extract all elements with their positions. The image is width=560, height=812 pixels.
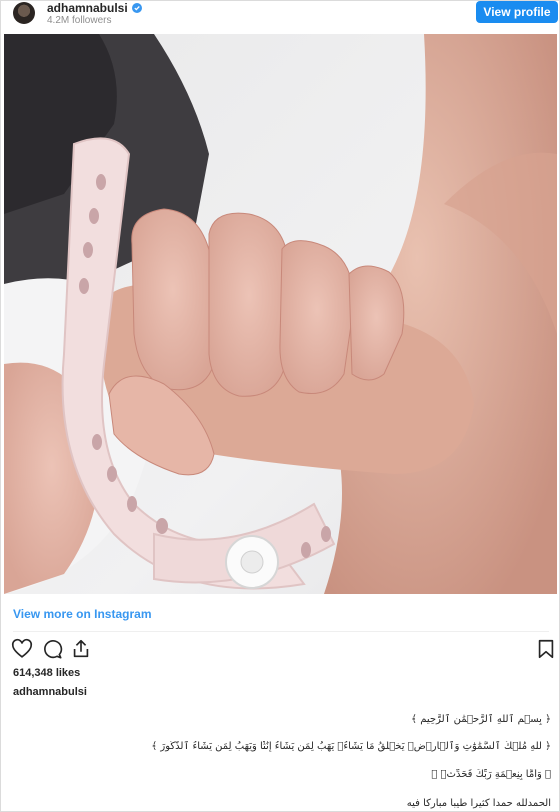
username[interactable]: adhamnabulsi: [47, 1, 128, 15]
caption-line: الحمدلله حمداً كثيراً طيباً مباركاً فيه: [406, 798, 551, 809]
view-profile-button[interactable]: View profile: [476, 1, 558, 23]
instagram-embed-card: adhamnabulsi 4.2M followers View profile: [0, 0, 560, 812]
caption-line: ﴿ بِسۡمِ ٱللَّهِ ٱلرَّحۡمَٰنِ ٱلرَّحِيمِ…: [411, 714, 551, 725]
post-header: adhamnabulsi 4.2M followers View profile: [1, 1, 559, 35]
caption-username[interactable]: adhamnabulsi: [13, 686, 87, 698]
action-bar: [11, 638, 554, 662]
verified-badge-icon: [131, 3, 142, 13]
divider: [13, 631, 549, 632]
view-more-link[interactable]: View more on Instagram: [13, 607, 152, 621]
heart-icon[interactable]: [11, 638, 33, 660]
comment-icon[interactable]: [41, 638, 63, 660]
followers-count: 4.2M followers: [47, 15, 112, 26]
bookmark-icon[interactable]: [535, 638, 557, 660]
baby-hand-photo: [4, 34, 557, 594]
caption-line: ﴿ لِّلَّهِ مُلۡكُ ٱلسَّمَٰوَٰتِ وَٱلۡأَر…: [151, 741, 551, 752]
username-row[interactable]: adhamnabulsi: [47, 1, 142, 15]
likes-count[interactable]: 614,348 likes: [13, 667, 80, 679]
post-photo[interactable]: [4, 34, 557, 594]
caption-line: ﴿ وَأَمَّا بِنِعۡمَةِ رَبِّكَ فَحَدِّثۡ …: [431, 769, 551, 780]
share-icon[interactable]: [70, 638, 92, 660]
avatar[interactable]: [13, 2, 35, 24]
